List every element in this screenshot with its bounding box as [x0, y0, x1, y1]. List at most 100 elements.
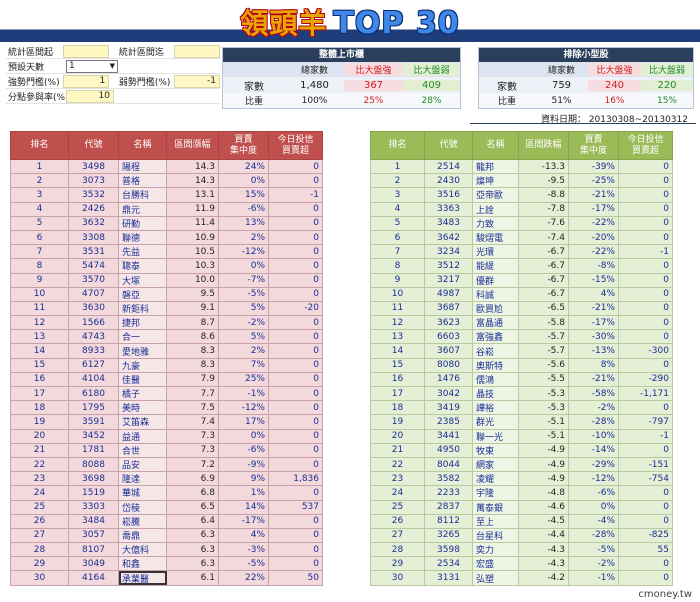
- cell-change[interactable]: 6.8: [166, 485, 219, 501]
- cell-concentration[interactable]: 13%: [218, 215, 269, 231]
- cell-change[interactable]: 14.3: [166, 158, 219, 175]
- cell-change[interactable]: -6.7: [518, 244, 569, 260]
- cell-rank[interactable]: 16: [370, 371, 425, 388]
- table-row[interactable]: 21 4950 牧東 -4.9 -14% 0: [370, 442, 673, 458]
- table-row[interactable]: 25 2837 萬泰銀 -4.6 0% 0: [370, 499, 673, 515]
- cell-change[interactable]: -4.6: [518, 499, 569, 515]
- cell-concentration[interactable]: -25%: [568, 173, 619, 189]
- cell-rank[interactable]: 14: [370, 343, 425, 359]
- cell-rank[interactable]: 11: [370, 300, 425, 317]
- cell-concentration[interactable]: -39%: [568, 158, 619, 175]
- cell-code[interactable]: 3419: [424, 400, 473, 416]
- cell-code[interactable]: 6603: [424, 329, 473, 345]
- table-row[interactable]: 14 3607 谷崧 -5.7 -13% -300: [370, 343, 673, 359]
- cell-name[interactable]: 能緹: [472, 258, 519, 274]
- cell-trust-net[interactable]: 0: [268, 485, 323, 501]
- cell-change[interactable]: 8.6: [166, 329, 219, 345]
- cell-concentration[interactable]: -6%: [218, 201, 269, 217]
- cell-name[interactable]: 聰泰: [118, 258, 167, 274]
- cell-code[interactable]: 3570: [68, 272, 119, 288]
- cell-concentration[interactable]: -8%: [568, 258, 619, 274]
- table-row[interactable]: 16 4104 佳醫 7.9 25% 0: [10, 371, 323, 388]
- cell-change[interactable]: 7.5: [166, 400, 219, 416]
- cell-code[interactable]: 3531: [68, 244, 119, 260]
- table-row[interactable]: 2 2430 燦坤 -9.5 -25% 0: [370, 173, 673, 189]
- cell-rank[interactable]: 10: [10, 286, 69, 302]
- cell-name[interactable]: 喬鼎: [118, 527, 167, 544]
- cell-change[interactable]: 7.4: [166, 414, 219, 430]
- cell-rank[interactable]: 27: [370, 527, 425, 544]
- cell-rank[interactable]: 18: [370, 400, 425, 416]
- table-row[interactable]: 7 3234 光環 -6.7 -22% -1: [370, 244, 673, 260]
- cell-trust-net[interactable]: 0: [618, 215, 673, 231]
- cell-name[interactable]: 牧東: [472, 442, 519, 458]
- cell-trust-net[interactable]: 0: [618, 485, 673, 501]
- default-days-select[interactable]: 1 ▼: [66, 59, 118, 73]
- cell-rank[interactable]: 8: [10, 258, 69, 274]
- cell-change[interactable]: 7.7: [166, 385, 219, 402]
- cell-rank[interactable]: 2: [370, 173, 425, 189]
- cell-change[interactable]: -8.8: [518, 187, 569, 203]
- cell-trust-net[interactable]: 0: [268, 201, 323, 217]
- cell-rank[interactable]: 13: [370, 329, 425, 345]
- cell-concentration[interactable]: -5%: [218, 556, 269, 572]
- cell-name[interactable]: 力致: [472, 215, 519, 231]
- cell-change[interactable]: -5.7: [518, 343, 569, 359]
- cell-code[interactable]: 8933: [68, 343, 119, 359]
- table-row[interactable]: 18 3419 譁裕 -5.3 -2% 0: [370, 400, 673, 416]
- cell-change[interactable]: 7.9: [166, 371, 219, 388]
- cell-code[interactable]: 3308: [68, 229, 119, 246]
- cell-trust-net[interactable]: -1,171: [618, 385, 673, 402]
- cell-code[interactable]: 3042: [424, 385, 473, 402]
- cell-concentration[interactable]: -5%: [218, 286, 269, 302]
- col-header-name[interactable]: 名稱: [472, 131, 519, 160]
- cell-trust-net[interactable]: 0: [618, 286, 673, 302]
- table-row[interactable]: 17 3042 晶技 -5.3 -58% -1,171: [370, 385, 673, 402]
- table-row[interactable]: 19 2385 群光 -5.1 -28% -797: [370, 414, 673, 430]
- cell-rank[interactable]: 21: [370, 442, 425, 458]
- cell-trust-net[interactable]: 0: [618, 201, 673, 217]
- cell-concentration[interactable]: -21%: [568, 187, 619, 203]
- cell-trust-net[interactable]: 0: [268, 385, 323, 402]
- cell-rank[interactable]: 4: [10, 201, 69, 217]
- cell-name[interactable]: 宇隆: [472, 485, 519, 501]
- cell-change[interactable]: -6.5: [518, 300, 569, 317]
- cell-name[interactable]: 艾笛森: [118, 414, 167, 430]
- cell-name[interactable]: 宏盛: [472, 556, 519, 572]
- cell-concentration[interactable]: 1%: [218, 485, 269, 501]
- table-row[interactable]: 13 6603 富強鑫 -5.7 -30% 0: [370, 329, 673, 345]
- cell-concentration[interactable]: 14%: [218, 499, 269, 515]
- cell-code[interactable]: 3441: [424, 428, 473, 444]
- cell-code[interactable]: 3642: [424, 229, 473, 246]
- cell-name[interactable]: 凌耀: [472, 471, 519, 487]
- col-header-trust-net[interactable]: 今日投信 買賣超: [618, 131, 673, 160]
- cell-name[interactable]: 弘塑: [472, 570, 519, 586]
- cell-concentration[interactable]: 2%: [218, 229, 269, 246]
- cell-name[interactable]: 聯一光: [472, 428, 519, 444]
- cell-rank[interactable]: 21: [10, 442, 69, 458]
- cell-change[interactable]: 6.3: [166, 527, 219, 544]
- cell-name[interactable]: 龍邦: [472, 158, 519, 175]
- cell-name[interactable]: 隆達: [118, 471, 167, 487]
- cell-rank[interactable]: 26: [10, 513, 69, 529]
- col-header-name[interactable]: 名稱: [118, 131, 167, 160]
- cell-change[interactable]: -4.8: [518, 485, 569, 501]
- table-row[interactable]: 22 8044 網家 -4.9 -29% -151: [370, 456, 673, 473]
- cell-concentration[interactable]: 0%: [568, 499, 619, 515]
- cell-concentration[interactable]: -6%: [568, 485, 619, 501]
- table-row[interactable]: 28 3598 奕力 -4.3 -5% 55: [370, 542, 673, 558]
- cell-rank[interactable]: 2: [10, 173, 69, 189]
- cell-concentration[interactable]: -1%: [568, 570, 619, 586]
- cell-code[interactable]: 3532: [68, 187, 119, 203]
- cell-change[interactable]: 13.1: [166, 187, 219, 203]
- cell-change[interactable]: 8.7: [166, 315, 219, 331]
- table-row[interactable]: 23 3582 凌耀 -4.9 -12% -754: [370, 471, 673, 487]
- cell-trust-net[interactable]: 0: [268, 343, 323, 359]
- cell-rank[interactable]: 29: [370, 556, 425, 572]
- cell-trust-net[interactable]: 0: [618, 442, 673, 458]
- cell-trust-net[interactable]: 0: [268, 244, 323, 260]
- cell-code[interactable]: 3591: [68, 414, 119, 430]
- col-header-concentration[interactable]: 買賣 集中度: [568, 131, 619, 160]
- cell-name[interactable]: 大塚: [118, 272, 167, 288]
- cell-trust-net[interactable]: 0: [268, 315, 323, 331]
